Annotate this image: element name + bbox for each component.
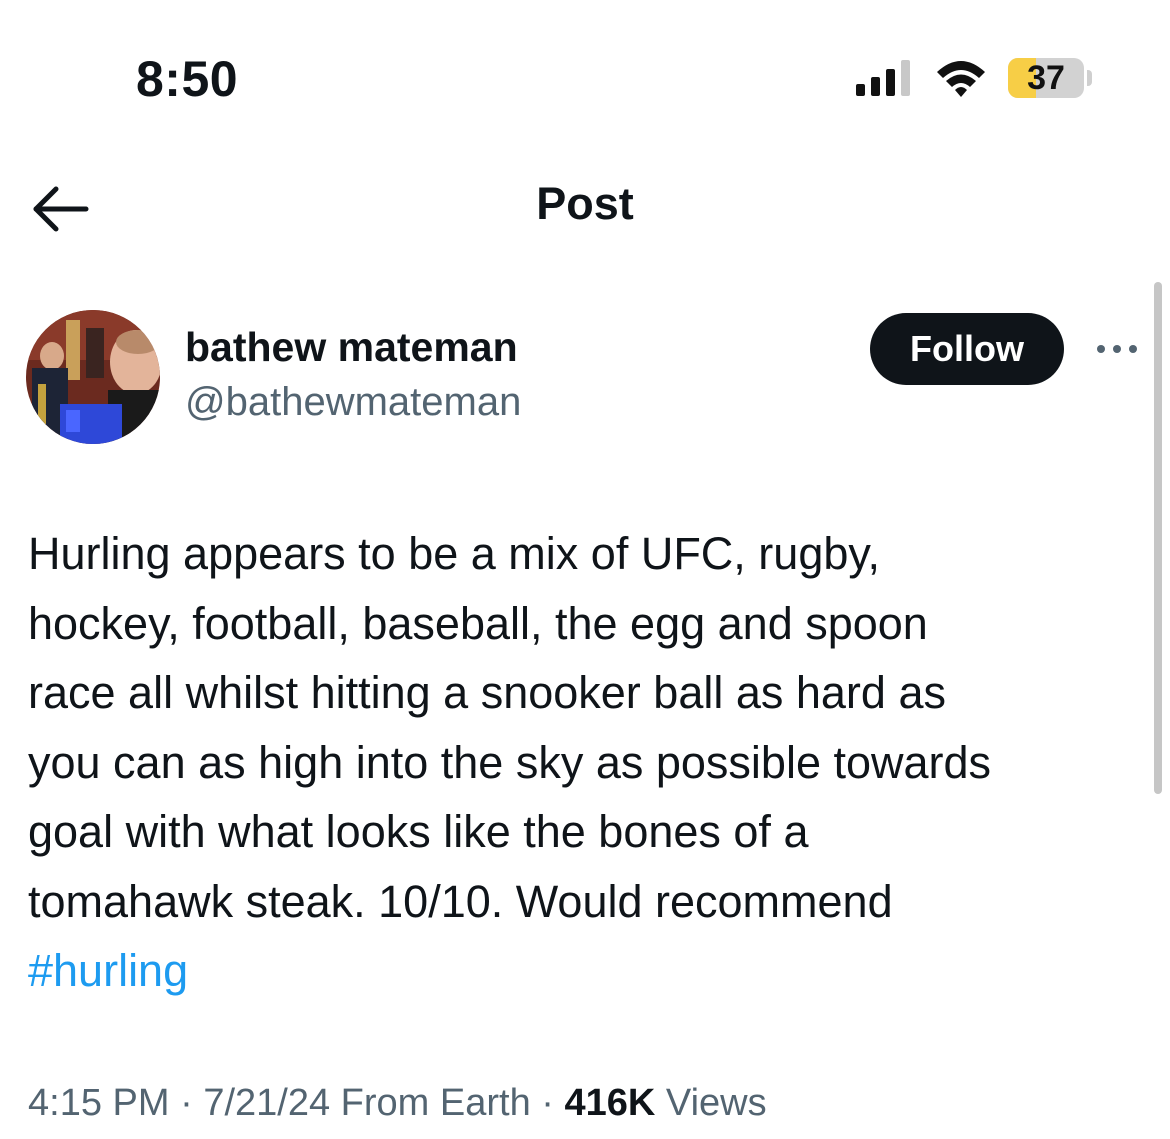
scrollbar[interactable] bbox=[1154, 282, 1162, 794]
tweet-line: Hurling appears to be a mix of UFC, rugb… bbox=[28, 528, 881, 579]
battery-icon: 37 bbox=[1008, 58, 1084, 98]
battery-cap bbox=[1087, 70, 1092, 86]
post-date[interactable]: 7/21/24 bbox=[203, 1082, 330, 1124]
more-icon[interactable] bbox=[1094, 338, 1140, 360]
tweet-line: tomahawk steak. 10/10. Would recommend bbox=[28, 875, 893, 927]
follow-button[interactable]: Follow bbox=[870, 313, 1064, 385]
status-time: 8:50 bbox=[136, 51, 239, 107]
tweet-text: Hurling appears to be a mix of UFC, rugb… bbox=[28, 519, 1138, 1006]
signal-icon bbox=[856, 60, 910, 96]
tweet-line: hockey, football, baseball, the egg and … bbox=[28, 597, 928, 649]
hashtag-link[interactable]: #hurling bbox=[28, 936, 1138, 1006]
meta-separator: · bbox=[541, 1082, 554, 1124]
user-handle[interactable]: @bathewmateman bbox=[185, 380, 521, 425]
display-name[interactable]: bathew mateman bbox=[185, 324, 518, 371]
tweet-line: race all whilst hitting a snooker ball a… bbox=[28, 667, 946, 718]
tweet-line: you can as high into the sky as possible… bbox=[28, 736, 992, 788]
tweet-line: goal with what looks like the bones of a bbox=[28, 806, 809, 857]
wifi-icon bbox=[937, 61, 985, 97]
views-label[interactable]: Views bbox=[666, 1082, 767, 1124]
post-location: From Earth bbox=[340, 1082, 531, 1124]
avatar[interactable] bbox=[26, 310, 160, 444]
page-title: Post bbox=[536, 178, 634, 229]
post-time[interactable]: 4:15 PM bbox=[28, 1082, 170, 1124]
meta-separator: · bbox=[180, 1082, 193, 1124]
views-count[interactable]: 416K bbox=[565, 1082, 656, 1124]
tweet-meta: 4:15 PM · 7/21/24 From Earth · 416K View… bbox=[28, 1082, 767, 1125]
battery-level: 37 bbox=[1027, 59, 1065, 97]
